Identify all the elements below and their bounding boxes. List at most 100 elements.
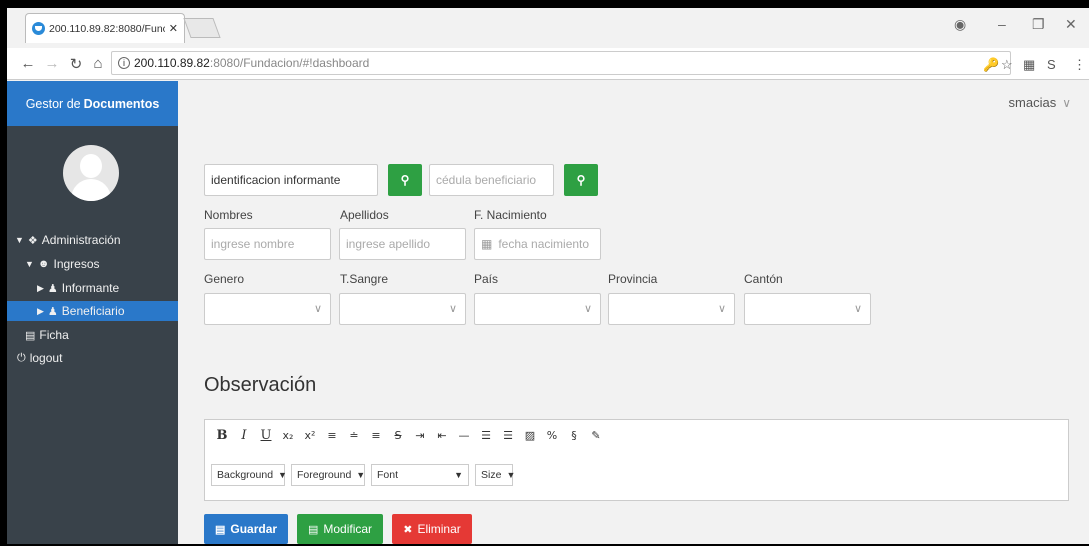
bold-icon[interactable]: B xyxy=(211,426,233,446)
calendar-icon: ▦ xyxy=(481,237,493,251)
size-dropdown[interactable]: Size ▼ xyxy=(475,464,516,486)
canton-label: Cantón xyxy=(744,272,783,286)
sidebar-item-ficha[interactable]: ▤ Ficha xyxy=(7,325,178,345)
align-center-icon[interactable]: ≐ xyxy=(343,426,365,446)
save-icon: ▤ xyxy=(214,523,226,536)
key-icon[interactable]: 🔑 xyxy=(983,57,999,73)
chevron-down-icon: ∨ xyxy=(717,303,726,315)
avatar xyxy=(63,145,119,201)
sidebar-item-ingresos[interactable]: ▼ ☻ Ingresos xyxy=(7,254,178,274)
close-tab-icon[interactable]: ✕ xyxy=(169,22,178,35)
bookmark-star-icon[interactable]: ☆ xyxy=(1001,57,1013,73)
align-right-icon[interactable]: ≡ xyxy=(365,426,387,446)
home-icon[interactable]: ⌂ xyxy=(87,55,109,72)
apellido-input[interactable]: ingrese apellido xyxy=(339,228,466,260)
user-menu[interactable]: smacias ∨ xyxy=(1009,95,1071,110)
ordered-list-icon[interactable]: ☰ xyxy=(475,426,497,446)
observacion-heading: Observación xyxy=(204,374,317,396)
modificar-button[interactable]: ▤ Modificar xyxy=(297,514,383,544)
browser-window: 200.110.89.82:8080/Func ✕ ◉ – ❐ ✕ ← → ↻ … xyxy=(7,8,1089,544)
sidebar-item-label: Informante xyxy=(61,281,120,295)
superscript-icon[interactable]: x² xyxy=(299,426,321,446)
sidebar: Gestor de Documentos ▼ ❖ Administración ▼… xyxy=(7,81,178,544)
sidebar-item-logout[interactable]: ⏻ logout xyxy=(7,348,178,368)
editor-dropdowns: Background ▼ Foreground ▼ Font ▼ Size ▼ xyxy=(211,464,516,486)
menu-kebab-icon[interactable]: ⋮ xyxy=(1073,57,1086,73)
rich-text-editor[interactable]: B I U x₂ x² ≡ ≐ ≡ S ⇥ ⇤ — ☰ ☰ ▨ % § ✎ Ba… xyxy=(204,419,1069,501)
guardar-button[interactable]: ▤ Guardar xyxy=(204,514,288,544)
caret-down-icon: ▼ xyxy=(506,470,516,480)
provincia-select[interactable]: ∨ xyxy=(608,293,735,325)
brand-title[interactable]: Gestor de Documentos xyxy=(7,81,178,126)
restore-icon[interactable]: ❐ xyxy=(1032,16,1045,33)
foreground-dropdown[interactable]: Foreground ▼ xyxy=(291,464,365,486)
user-icon: ♟ xyxy=(47,305,58,318)
dropdown-label: Size xyxy=(481,469,502,481)
unordered-list-icon[interactable]: ☰ xyxy=(497,426,519,446)
user-icon: ♟ xyxy=(47,282,58,295)
caret-right-icon: ▶ xyxy=(37,282,44,293)
sidebar-item-label: Administración xyxy=(41,233,121,247)
editor-toolbar: B I U x₂ x² ≡ ≐ ≡ S ⇥ ⇤ — ☰ ☰ ▨ % § ✎ xyxy=(211,426,607,446)
outdent-icon[interactable]: ⇤ xyxy=(431,426,453,446)
align-left-icon[interactable]: ≡ xyxy=(321,426,343,446)
genero-select[interactable]: ∨ xyxy=(204,293,331,325)
beneficiario-cedula-input[interactable]: cédula beneficiario xyxy=(429,164,554,196)
url-field[interactable]: i 200.110.89.82:8080/Fundacion/#!dashboa… xyxy=(111,51,1011,75)
subscript-icon[interactable]: x₂ xyxy=(277,426,299,446)
sangre-select[interactable]: ∨ xyxy=(339,293,466,325)
reload-icon[interactable]: ↻ xyxy=(65,55,87,73)
apellidos-label: Apellidos xyxy=(340,208,389,222)
sidebar-item-beneficiario[interactable]: ▶ ♟ Beneficiario xyxy=(7,301,178,321)
dropdown-label: Background xyxy=(217,469,274,481)
placeholder-text: identificacion informante xyxy=(211,173,341,187)
placeholder-text: cédula beneficiario xyxy=(436,173,537,187)
eliminar-button[interactable]: ✖ Eliminar xyxy=(392,514,472,544)
canton-select[interactable]: ∨ xyxy=(744,293,871,325)
extension-icon[interactable]: ▦ xyxy=(1023,57,1035,73)
back-icon[interactable]: ← xyxy=(17,55,39,72)
font-dropdown[interactable]: Font ▼ xyxy=(371,464,469,486)
site-info-icon[interactable]: i xyxy=(118,57,130,69)
underline-icon[interactable]: U xyxy=(255,426,277,446)
dropdown-label: Foreground xyxy=(297,469,352,481)
forward-icon[interactable]: → xyxy=(41,55,63,72)
new-tab-button[interactable] xyxy=(183,18,221,38)
strikethrough-icon[interactable]: S xyxy=(387,426,409,446)
tab-title: 200.110.89.82:8080/Func xyxy=(49,22,165,35)
unlink-icon[interactable]: § xyxy=(563,426,585,446)
indent-icon[interactable]: ⇥ xyxy=(409,426,431,446)
link-icon[interactable]: % xyxy=(541,426,563,446)
image-icon[interactable]: ▨ xyxy=(519,426,541,446)
button-label: Modificar xyxy=(323,522,373,536)
chevron-down-icon: ∨ xyxy=(1062,96,1071,110)
minimize-icon[interactable]: – xyxy=(998,16,1006,32)
informante-id-input[interactable]: identificacion informante xyxy=(204,164,378,196)
document-icon: ▤ xyxy=(25,329,36,342)
pais-select[interactable]: ∨ xyxy=(474,293,601,325)
caret-down-icon: ▼ xyxy=(278,470,287,480)
italic-icon[interactable]: I xyxy=(233,426,255,446)
nombre-input[interactable]: ingrese nombre xyxy=(204,228,331,260)
home-icon: ❖ xyxy=(27,234,38,247)
chevron-down-icon: ∨ xyxy=(448,303,457,315)
search-informante-button[interactable]: ⚲ xyxy=(388,164,422,196)
sidebar-item-label: Ingresos xyxy=(53,257,100,271)
sidebar-item-administracion[interactable]: ▼ ❖ Administración xyxy=(7,230,178,250)
profile-icon[interactable]: ◉ xyxy=(954,16,966,33)
skype-extension-icon[interactable]: S xyxy=(1047,57,1056,72)
search-icon: ⚲ xyxy=(576,173,586,187)
sidebar-item-label: Ficha xyxy=(39,328,69,342)
power-icon: ⏻ xyxy=(17,351,26,364)
search-beneficiario-button[interactable]: ⚲ xyxy=(564,164,598,196)
button-label: Eliminar xyxy=(417,522,461,536)
fecha-nacimiento-input[interactable]: ▦ fecha nacimiento xyxy=(474,228,601,260)
browser-tab[interactable]: 200.110.89.82:8080/Func ✕ xyxy=(25,13,185,43)
window-close-icon[interactable]: ✕ xyxy=(1065,16,1077,33)
sidebar-item-informante[interactable]: ▶ ♟ Informante xyxy=(7,278,178,298)
chevron-down-icon: ∨ xyxy=(853,303,862,315)
background-dropdown[interactable]: Background ▼ xyxy=(211,464,287,486)
horizontal-rule-icon[interactable]: — xyxy=(453,426,475,446)
eraser-icon[interactable]: ✎ xyxy=(585,426,607,446)
placeholder-text: ingrese apellido xyxy=(346,237,431,251)
